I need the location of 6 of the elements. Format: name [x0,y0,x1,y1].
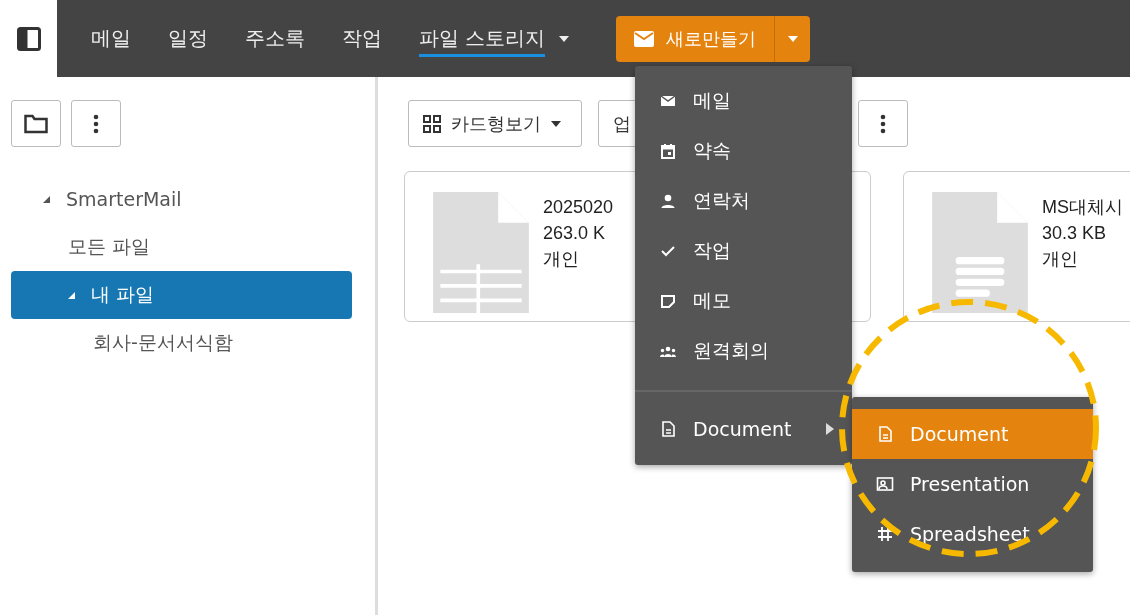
file-name: 2025020 [543,196,614,219]
file-name: MS대체시 [1042,196,1123,219]
file-size: 30.3 KB [1042,222,1108,245]
file-owner: 개인 [543,248,580,271]
file-size: 263.0 K [543,222,607,245]
file-owner: 개인 [1042,248,1079,271]
